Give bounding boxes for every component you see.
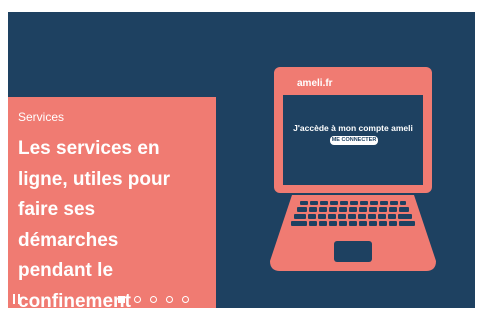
slide-headline[interactable]: Les services en ligne, utiles pour faire…: [18, 134, 214, 308]
slide-card[interactable]: Services Les services en ligne, utiles p…: [8, 97, 216, 308]
headline-line: ligne, utiles pour: [18, 168, 171, 190]
carousel-dots: [118, 296, 189, 303]
hero-slider: Services Les services en ligne, utiles p…: [8, 12, 475, 308]
headline-line: démarches: [18, 229, 119, 251]
slide-category-label: Services: [18, 110, 65, 124]
laptop-keyboard-base: [270, 195, 436, 271]
headline-line: faire ses: [18, 199, 96, 220]
brand-logo-text: ameli.fr: [297, 78, 333, 89]
carousel-dot-5[interactable]: [182, 296, 189, 303]
laptop-screen: ameli.fr J'accède à mon compte ameli ME …: [283, 74, 423, 185]
carousel-dot-4[interactable]: [166, 296, 173, 303]
carousel-dot-1[interactable]: [118, 296, 125, 303]
carousel-dot-2[interactable]: [134, 296, 141, 303]
laptop-screen-frame: ameli.fr J'accède à mon compte ameli ME …: [274, 67, 432, 193]
carousel-dot-3[interactable]: [150, 296, 157, 303]
account-cta-text: J'accède à mon compte ameli: [293, 123, 413, 133]
brand-tab: ameli.fr: [285, 74, 343, 93]
pause-icon[interactable]: [13, 294, 21, 304]
headline-line: pendant le: [18, 260, 114, 281]
headline-line: Les services en: [18, 138, 160, 159]
connect-button[interactable]: ME CONNECTER: [330, 136, 378, 145]
laptop-illustration: ameli.fr J'accède à mon compte ameli ME …: [262, 67, 452, 277]
